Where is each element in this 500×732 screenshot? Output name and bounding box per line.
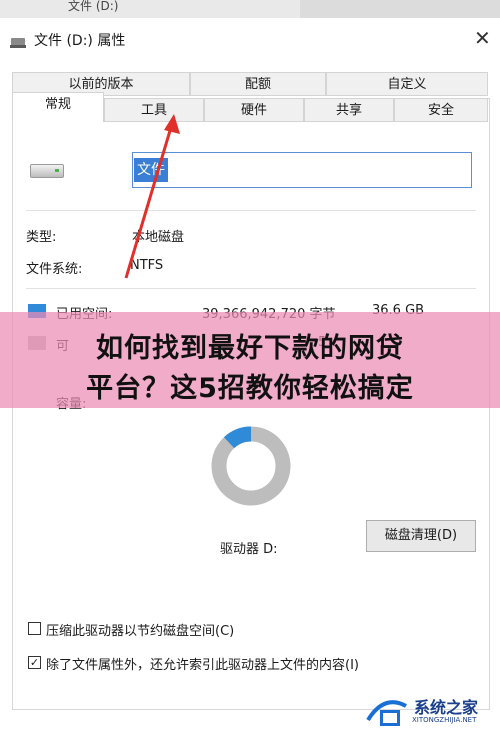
tab-hardware[interactable]: 硬件 [204,98,304,122]
arrow-head [164,114,180,134]
drive-icon [30,164,64,178]
annotation-arrow [124,114,180,279]
background-window-strip: 文件 (D:) [0,0,500,18]
divider [26,288,476,289]
checkmark-icon: ✓ [29,656,40,669]
background-window-bar [300,0,500,18]
banner-line-2: 平台？这5招教你轻松搞定 [86,373,414,404]
drive-title-icon [10,38,26,48]
tab-row-2: 常规 工具 硬件 共享 安全 [12,92,488,122]
tab-sharing[interactable]: 共享 [304,98,394,122]
tab-general[interactable]: 常规 [12,92,104,122]
background-window-title: 文件 (D:) [68,0,119,13]
watermark-url: XITONGZHIJIA.NET [412,716,477,724]
tab-customize[interactable]: 自定义 [326,72,488,96]
window-title: 文件 (D:) 属性 [34,33,126,49]
type-label: 类型: [26,230,57,245]
usage-donut-chart [211,426,291,506]
watermark-brand: 系统之家 [414,698,479,717]
filesystem-label: 文件系统: [26,262,83,277]
close-icon[interactable]: ✕ [474,26,491,50]
compress-label: 压缩此驱动器以节约磁盘空间(C) [46,624,235,639]
index-label: 除了文件属性外，还允许索引此驱动器上文件的内容(I) [46,658,359,673]
donut-free-ring [211,426,291,506]
drive-label: 驱动器 D: [220,542,278,557]
tab-quota[interactable]: 配额 [190,72,326,96]
tab-security[interactable]: 安全 [394,98,488,122]
compress-checkbox[interactable] [28,622,41,635]
index-checkbox[interactable]: ✓ [28,656,41,669]
disk-cleanup-button[interactable]: 磁盘清理(D) [366,520,476,552]
banner-line-1: 如何找到最好下款的网贷 [96,333,404,364]
divider [26,210,476,211]
arrow-shaft [124,123,174,279]
